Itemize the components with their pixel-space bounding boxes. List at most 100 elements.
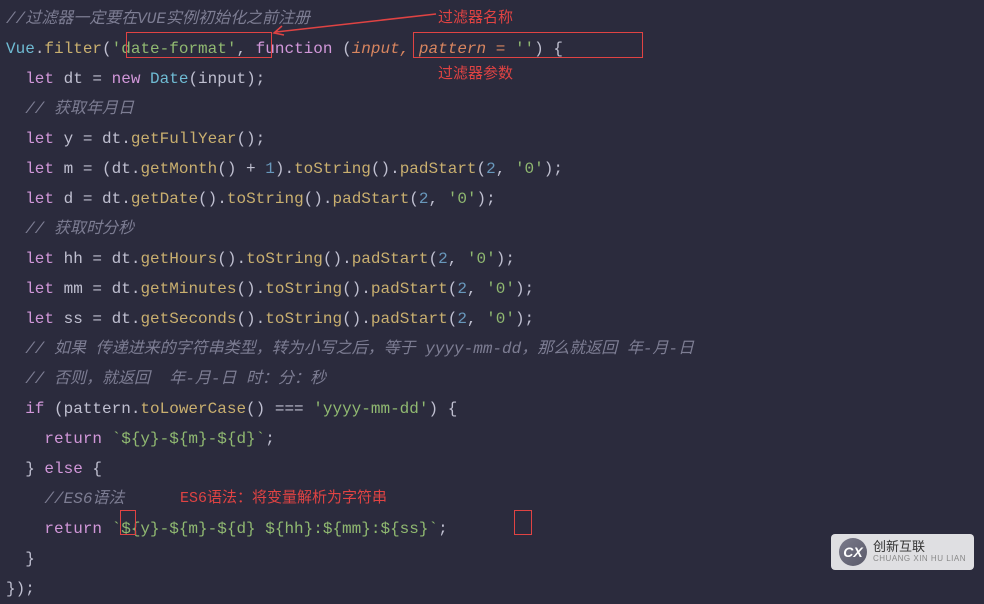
code-line-13: // 否则，就返回 年-月-日 时：分：秒 [0,364,984,394]
token: ( [477,160,487,178]
code-line-4: // 获取年月日 [0,94,984,124]
token: , [467,310,486,328]
token: () === [246,400,313,418]
token: (); [236,130,265,148]
token: (). [304,190,333,208]
watermark: CX 创新互联 CHUANG XIN HU LIAN [831,534,974,570]
token: padStart [371,280,448,298]
token: padStart [400,160,477,178]
token: () + [217,160,265,178]
token: (). [371,160,400,178]
token: ; [438,520,448,538]
token: getHours [140,250,217,268]
token: d = dt. [54,190,131,208]
token: toLowerCase [140,400,246,418]
token: (). [236,310,265,328]
comment: //ES6语法 [44,490,124,508]
token: pattern [419,40,486,58]
token: ) { [534,40,563,58]
comment: //过滤器一定要在VUE实例初始化之前注册 [6,10,310,28]
token: } [25,550,35,568]
code-line-10: let mm = dt.getMinutes().toString().padS… [0,274,984,304]
token: let [25,250,54,268]
token: let [25,310,54,328]
token: 2 [438,250,448,268]
token: ( [409,190,419,208]
token: 1 [265,160,275,178]
token: let [25,190,54,208]
token: (input); [188,70,265,88]
token: toString [265,310,342,328]
token: ( [102,40,112,58]
token: toString [294,160,371,178]
token: toString [265,280,342,298]
code-line-17: //ES6语法 [0,484,984,514]
token: , [496,160,515,178]
token: ). [275,160,294,178]
token: ); [477,190,496,208]
token: m = (dt. [54,160,140,178]
comment: // 如果 传递进来的字符串类型，转为小写之后，等于 yyyy-mm-dd，那么… [25,340,694,358]
code-line-12: // 如果 传递进来的字符串类型，转为小写之后，等于 yyyy-mm-dd，那么… [0,334,984,364]
token: (). [342,310,371,328]
token: let [25,160,54,178]
token: (pattern. [44,400,140,418]
comment: // 否则，就返回 年-月-日 时：分：秒 [25,370,326,388]
token: ( [448,280,458,298]
annotation-es6: ES6语法：将变量解析为字符串 [180,484,387,514]
token: ) { [428,400,457,418]
arrow-icon [268,8,443,36]
code-line-15: return `${y}-${m}-${d}`; [0,424,984,454]
token: getSeconds [140,310,236,328]
token: = [486,40,515,58]
token: new [112,70,141,88]
token: 2 [486,160,496,178]
code-line-16: } else { [0,454,984,484]
token: '0' [515,160,544,178]
token: ( [448,310,458,328]
token: '0' [486,310,515,328]
token: ; [265,430,275,448]
token: getFullYear [131,130,237,148]
token: padStart [332,190,409,208]
token: else [44,460,82,478]
token: 2 [419,190,429,208]
token: '' [515,40,534,58]
token: ( [429,250,439,268]
token: (). [342,280,371,298]
token: }); [6,580,35,598]
token: } [25,460,44,478]
watermark-cn: 创新互联 [873,540,966,554]
code-line-9: let hh = dt.getHours().toString().padSta… [0,244,984,274]
code-line-14: if (pattern.toLowerCase() === 'yyyy-mm-d… [0,394,984,424]
watermark-en: CHUANG XIN HU LIAN [873,555,966,564]
token: (). [323,250,352,268]
token: toString [246,250,323,268]
token: mm = dt. [54,280,140,298]
token: { [83,460,102,478]
token: '0' [486,280,515,298]
comment: // 获取年月日 [25,100,134,118]
token: . [35,40,45,58]
token: `${y}-${m}-${d}` [102,430,265,448]
watermark-text: 创新互联 CHUANG XIN HU LIAN [873,540,966,563]
token: , [448,250,467,268]
watermark-logo-icon: CX [839,538,867,566]
token: ss = dt. [54,310,140,328]
token: hh = dt. [54,250,140,268]
token: return [44,430,102,448]
token: if [25,400,44,418]
token: '0' [467,250,496,268]
token: ); [496,250,515,268]
token: getMinutes [140,280,236,298]
annotation-filter-name: 过滤器名称 [438,4,513,34]
token: dt = [54,70,112,88]
token: input [352,40,400,58]
code-line-20: }); [0,574,984,604]
token: `${y}-${m}-${d} ${hh}:${mm}:${ss}` [102,520,438,538]
token: Date [140,70,188,88]
token: getMonth [140,160,217,178]
token: ); [515,310,534,328]
code-line-8: // 获取时分秒 [0,214,984,244]
code-line-7: let d = dt.getDate().toString().padStart… [0,184,984,214]
